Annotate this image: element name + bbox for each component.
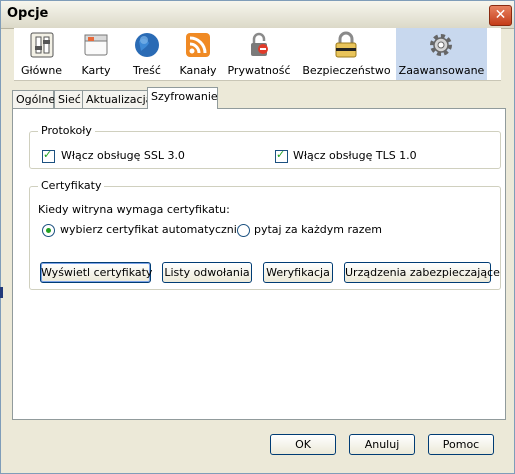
toolbar-label-privacy: Prywatność <box>227 64 291 77</box>
cancel-button[interactable]: Anuluj <box>349 434 415 455</box>
certificate-prompt: Kiedy witryna wymaga certyfikatu: <box>38 203 230 216</box>
view-certificates-button[interactable]: Wyświetl certyfikaty <box>40 262 152 283</box>
toolbar-label-feeds: Kanały <box>179 64 217 77</box>
tab-general[interactable]: Ogólne <box>12 90 55 108</box>
title-bar[interactable]: Opcje ✕ <box>1 1 514 29</box>
window-edge-artifact <box>0 287 3 298</box>
verification-button[interactable]: Weryfikacja <box>263 262 333 283</box>
toolbar-label-content: Treść <box>133 64 161 77</box>
gear-icon <box>430 34 452 56</box>
protocols-legend: Protokoły <box>38 124 95 137</box>
toolbar-item-feeds[interactable]: Kanały <box>173 28 223 80</box>
globe-icon <box>135 33 159 57</box>
label-ask-every-time[interactable]: pytaj za każdym razem <box>254 223 382 236</box>
toolbar-label-general: Główne <box>20 64 63 77</box>
ssl-label[interactable]: Włącz obsługę SSL 3.0 <box>61 149 185 162</box>
radio-ask-every-time[interactable] <box>237 224 250 237</box>
certificates-legend: Certyfikaty <box>38 179 105 192</box>
window-title: Opcje <box>7 6 49 21</box>
toolbar-label-tabs: Karty <box>81 64 111 77</box>
options-window: Opcje ✕ Główne Karty Treść Kanały Prywat… <box>0 0 515 474</box>
options-toolbar: Główne Karty Treść Kanały Prywatność Bez… <box>14 28 501 81</box>
tls-checkbox[interactable] <box>275 148 288 163</box>
help-button[interactable]: Pomoc <box>428 434 494 455</box>
protocols-group: Protokoły Włącz obsługę SSL 3.0 Włącz ob… <box>29 124 501 169</box>
ok-button[interactable]: OK <box>270 434 336 455</box>
toolbar-label-advanced: Zaawansowane <box>398 64 485 77</box>
label-select-automatically[interactable]: wybierz certyfikat automatycznie <box>60 223 244 236</box>
tabs-window-icon <box>84 34 108 56</box>
security-devices-button[interactable]: Urządzenia zabezpieczające <box>344 262 500 283</box>
tls-label[interactable]: Włącz obsługę TLS 1.0 <box>293 149 417 162</box>
toolbar-item-advanced[interactable]: Zaawansowane <box>396 28 487 80</box>
tab-network[interactable]: Sieć <box>54 90 83 108</box>
padlock-icon <box>335 31 357 58</box>
toolbar-label-security: Bezpieczeństwo <box>302 64 391 77</box>
toolbar-item-tabs[interactable]: Karty <box>71 28 121 80</box>
ssl-checkbox[interactable] <box>42 148 55 163</box>
general-switch-icon <box>30 32 54 58</box>
tab-encryption[interactable]: Szyfrowanie <box>147 87 218 109</box>
encryption-panel: Protokoły Włącz obsługę SSL 3.0 Włącz ob… <box>12 108 506 420</box>
toolbar-item-content[interactable]: Treść <box>122 28 172 80</box>
tab-update[interactable]: Aktualizacja <box>82 90 152 108</box>
close-button[interactable]: ✕ <box>489 5 512 26</box>
certificates-group: Certyfikaty Kiedy witryna wymaga certyfi… <box>29 179 501 290</box>
radio-select-automatically[interactable] <box>42 224 55 237</box>
toolbar-item-privacy[interactable]: Prywatność <box>224 28 294 80</box>
revocation-lists-button[interactable]: Listy odwołania <box>162 262 252 283</box>
rss-icon <box>186 33 210 57</box>
privacy-mask-icon <box>251 32 268 56</box>
toolbar-item-security[interactable]: Bezpieczeństwo <box>299 28 394 80</box>
toolbar-item-general[interactable]: Główne <box>14 28 69 80</box>
